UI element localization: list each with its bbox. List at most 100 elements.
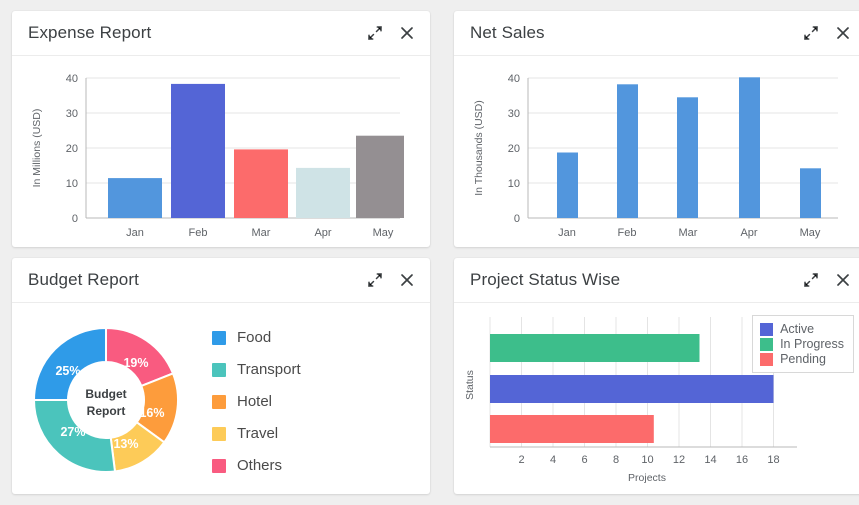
xtick-label: 14: [704, 454, 716, 466]
y-axis-title: In Thousands (USD): [473, 100, 485, 196]
legend-swatch-icon: [760, 338, 773, 351]
bar-may[interactable]: [356, 136, 404, 218]
donut-center-line1: Budget: [85, 387, 126, 401]
legend-label: Transport: [237, 361, 301, 378]
legend-item-others[interactable]: Others: [212, 457, 424, 474]
legend-item-travel[interactable]: Travel: [212, 425, 424, 442]
legend-item-hotel[interactable]: Hotel: [212, 393, 424, 410]
budget-report-cell: Budget Report: [0, 258, 442, 505]
net-sales-cell: Net Sales 40: [442, 0, 859, 258]
xtick-label: 6: [581, 454, 587, 466]
donut-label-hotel: 16%: [139, 406, 164, 420]
close-icon[interactable]: [398, 24, 416, 42]
legend-label: Pending: [780, 352, 826, 366]
expand-icon[interactable]: [802, 24, 820, 42]
xtick-label: Mar: [252, 227, 271, 239]
xtick-label: Feb: [618, 227, 637, 239]
net-sales-chart: 40 30 20 10 0 In Thousands (USD) Jan Feb…: [454, 56, 859, 247]
expense-report-header: Expense Report: [12, 11, 430, 56]
xtick-label: May: [800, 227, 821, 239]
page-title: Project Status Wise: [470, 270, 802, 290]
donut-label-others: 19%: [123, 356, 148, 370]
xtick-label: Apr: [314, 227, 331, 239]
net-sales-header: Net Sales: [454, 11, 859, 56]
dashboard-grid: Expense Report: [0, 0, 859, 505]
legend-label: Travel: [237, 425, 278, 442]
bar-apr[interactable]: [739, 77, 760, 218]
bar-mar[interactable]: [677, 97, 698, 218]
xtick-label: 12: [673, 454, 685, 466]
bar-feb[interactable]: [171, 84, 225, 218]
bar-apr[interactable]: [296, 168, 350, 218]
net-sales-bar-chart: 40 30 20 10 0 In Thousands (USD) Jan Feb…: [460, 60, 859, 245]
x-axis-title: Projects: [628, 472, 666, 484]
close-icon[interactable]: [398, 271, 416, 289]
legend-label: Food: [237, 329, 271, 346]
legend-label: Hotel: [237, 393, 272, 410]
project-status-card: Project Status Wise: [454, 258, 859, 494]
bar-feb[interactable]: [617, 84, 638, 218]
y-axis-title: In Millions (USD): [31, 109, 43, 188]
xtick-label: Feb: [189, 227, 208, 239]
expense-report-chart: 40 30 20 10 0 In Millions (USD) Jan Feb: [12, 56, 430, 247]
xtick-label: 10: [641, 454, 653, 466]
net-sales-card: Net Sales 40: [454, 11, 859, 247]
bar-in-progress[interactable]: [490, 334, 700, 362]
ytick-label: 30: [508, 108, 520, 120]
donut-label-food: 25%: [55, 364, 80, 378]
ytick-label: 20: [66, 143, 78, 155]
expense-report-header-actions: [366, 24, 416, 42]
legend-label: Active: [780, 322, 814, 336]
budget-legend: Food Transport Hotel Travel: [186, 325, 424, 474]
ytick-label: 30: [66, 108, 78, 120]
budget-report-card: Budget Report: [12, 258, 430, 494]
expense-report-bar-chart: 40 30 20 10 0 In Millions (USD) Jan Feb: [18, 60, 424, 245]
ytick-label: 10: [508, 178, 520, 190]
budget-donut-svg: 19% 16% 13% 27% 25% Budget Report: [26, 319, 186, 481]
xtick-label: 8: [613, 454, 619, 466]
budget-report-chart: 19% 16% 13% 27% 25% Budget Report: [12, 303, 430, 494]
ytick-label: 40: [508, 73, 520, 85]
budget-report-header: Budget Report: [12, 258, 430, 303]
expand-icon[interactable]: [802, 271, 820, 289]
expand-icon[interactable]: [366, 271, 384, 289]
project-status-legend: Active In Progress Pending: [752, 315, 854, 373]
legend-item-in-progress[interactable]: In Progress: [760, 337, 844, 351]
donut-label-transport: 27%: [60, 425, 85, 439]
donut-center-line2: Report: [87, 404, 126, 418]
y-axis-title: Status: [464, 370, 476, 400]
bar-active[interactable]: [490, 375, 774, 403]
legend-swatch-icon: [212, 395, 226, 409]
bar-mar[interactable]: [234, 149, 288, 218]
legend-swatch-icon: [212, 331, 226, 345]
ytick-label: 0: [514, 213, 520, 225]
bar-may[interactable]: [800, 168, 821, 218]
page-title: Net Sales: [470, 23, 802, 43]
project-status-header: Project Status Wise: [454, 258, 859, 303]
bar-pending[interactable]: [490, 415, 654, 443]
xtick-label: May: [373, 227, 394, 239]
ytick-label: 40: [66, 73, 78, 85]
ytick-label: 20: [508, 143, 520, 155]
legend-item-pending[interactable]: Pending: [760, 352, 844, 366]
xtick-label: Mar: [679, 227, 698, 239]
project-status-chart: 2 4 6 8 10 12 14 16 18 Projects Status: [454, 303, 859, 494]
bar-jan[interactable]: [108, 178, 162, 218]
legend-item-active[interactable]: Active: [760, 322, 844, 336]
legend-swatch-icon: [760, 353, 773, 366]
legend-swatch-icon: [212, 363, 226, 377]
legend-item-food[interactable]: Food: [212, 329, 424, 346]
net-sales-header-actions: [802, 24, 852, 42]
page-title: Expense Report: [28, 23, 366, 43]
expand-icon[interactable]: [366, 24, 384, 42]
legend-swatch-icon: [212, 427, 226, 441]
close-icon[interactable]: [834, 24, 852, 42]
legend-item-transport[interactable]: Transport: [212, 361, 424, 378]
xtick-label: 4: [550, 454, 556, 466]
project-status-cell: Project Status Wise: [442, 258, 859, 505]
budget-report-header-actions: [366, 271, 416, 289]
close-icon[interactable]: [834, 271, 852, 289]
xtick-label: Apr: [740, 227, 757, 239]
donut-chart: 19% 16% 13% 27% 25% Budget Report: [26, 319, 186, 481]
bar-jan[interactable]: [557, 153, 578, 219]
